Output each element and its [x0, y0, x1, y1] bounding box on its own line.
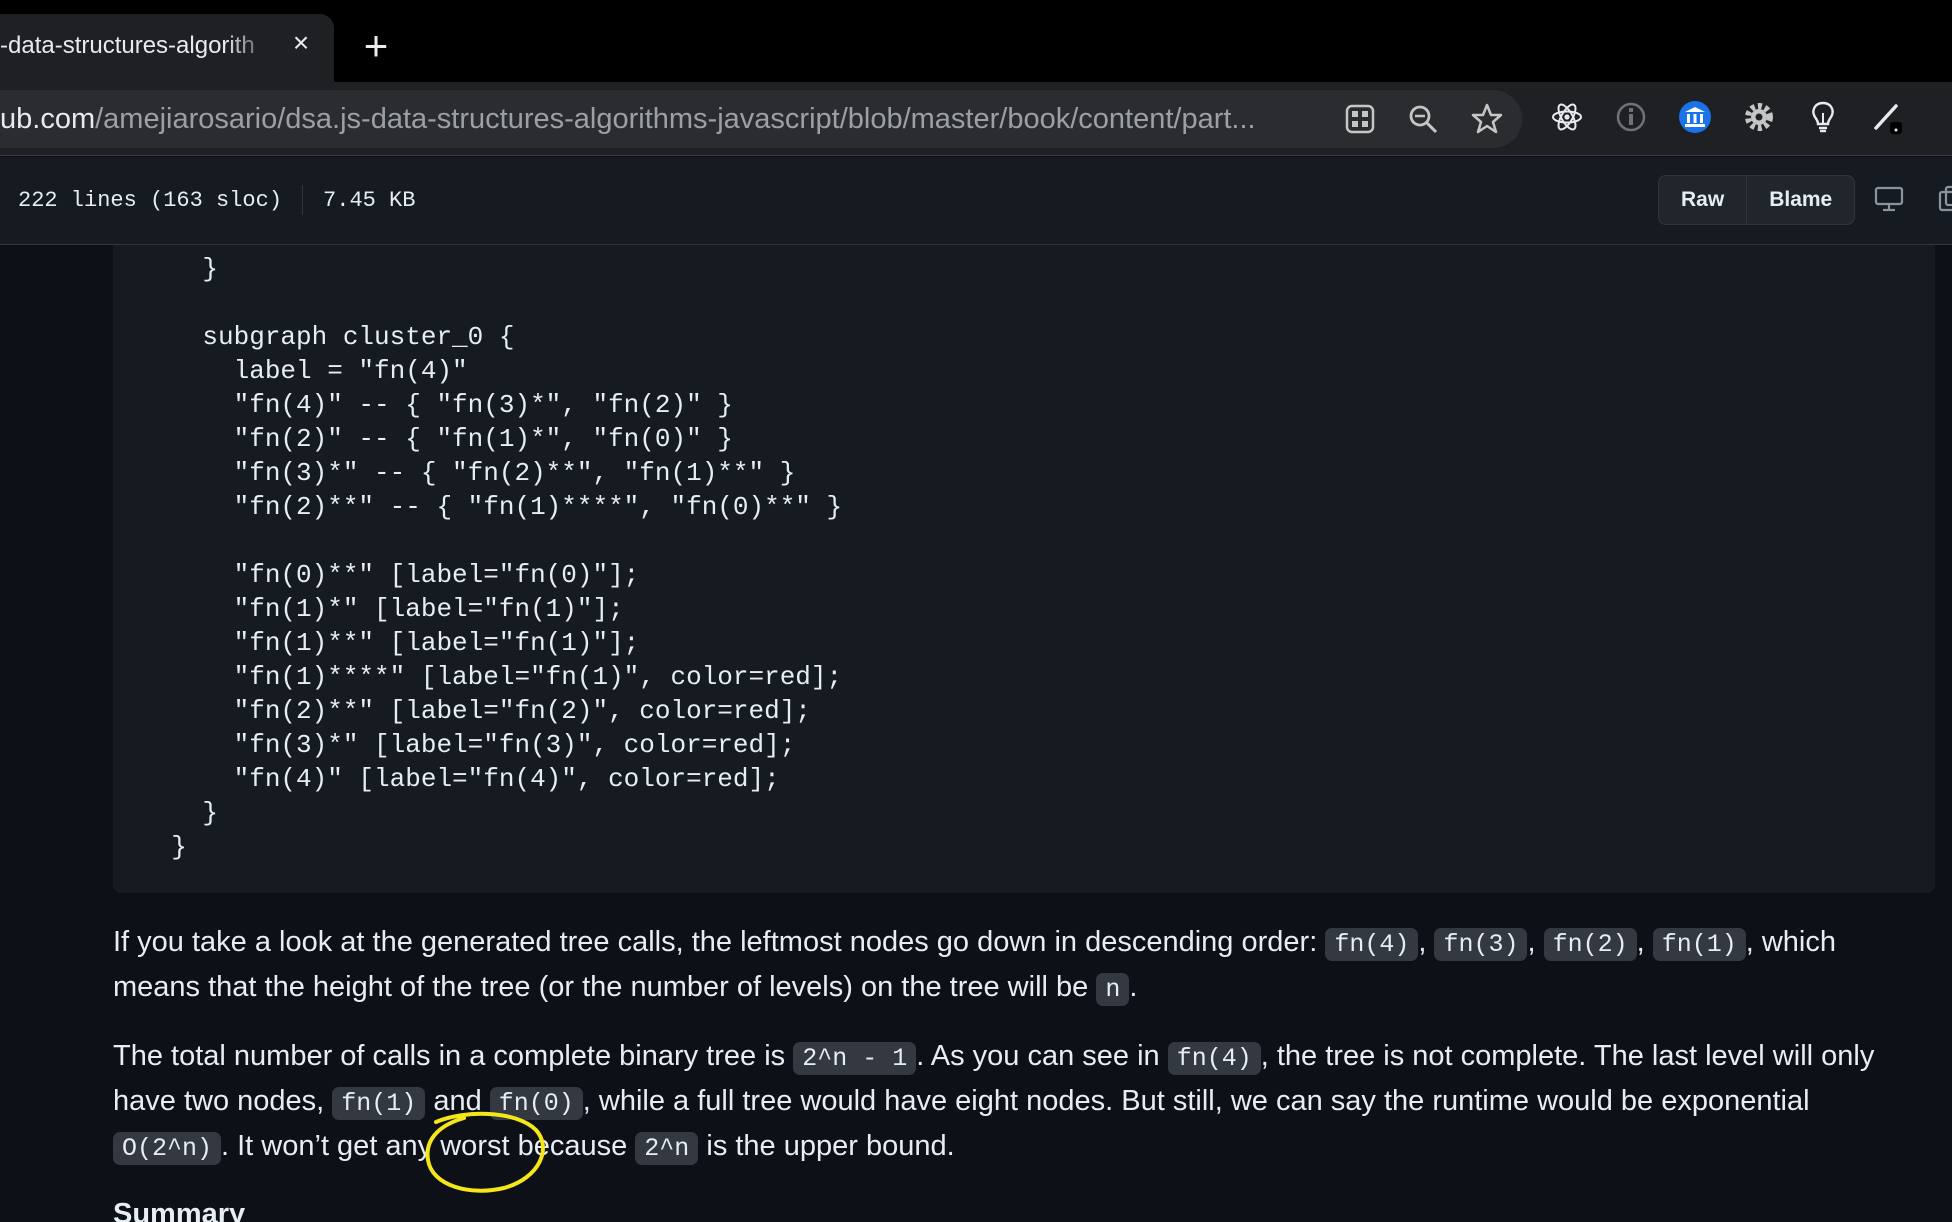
- code-line: "fn(1)*" [label="fn(1)"];: [140, 594, 624, 624]
- url-path: /amejiarosario/dsa.js-data-structures-al…: [95, 103, 1256, 135]
- copy-icon[interactable]: [1936, 184, 1952, 214]
- code-line: label = "fn(4)": [140, 356, 468, 386]
- url-host: ub.com: [0, 103, 96, 135]
- info-icon[interactable]: [1614, 100, 1648, 134]
- bookmark-star-icon[interactable]: [1470, 102, 1504, 136]
- pen-icon[interactable]: [1870, 100, 1904, 134]
- code-line: subgraph cluster_0 {: [140, 322, 515, 352]
- inline-code: fn(4): [1325, 928, 1419, 961]
- text: is the upper bound.: [698, 1130, 955, 1162]
- file-actions: Raw Blame: [1658, 175, 1856, 225]
- new-tab-button[interactable]: +: [356, 25, 396, 67]
- tab-title: -data-structures-algorith: [0, 32, 255, 59]
- paragraph-total-calls: The total number of calls in a complete …: [113, 1035, 1913, 1170]
- tab-strip: -data-structures-algorith × +: [0, 0, 1952, 82]
- browser-toolbar: ub.com/amejiarosario/dsa.js-data-structu…: [0, 82, 1952, 156]
- text: ,: [1527, 926, 1544, 958]
- text: .: [1129, 971, 1138, 1003]
- inline-code: 2^n - 1: [793, 1042, 917, 1075]
- address-bar[interactable]: ub.com/amejiarosario/dsa.js-data-structu…: [0, 90, 1522, 148]
- react-devtools-icon[interactable]: [1550, 100, 1584, 134]
- annotation-circle: [425, 1111, 545, 1193]
- inline-code: fn(4): [1167, 1042, 1261, 1075]
- lightbulb-icon[interactable]: [1806, 100, 1840, 134]
- text: The total number of calls in a complete …: [113, 1040, 794, 1072]
- code-line: }: [140, 254, 219, 284]
- divider: [302, 185, 304, 215]
- summary-heading: Summary: [113, 1198, 246, 1222]
- inline-code: O(2^n): [113, 1132, 222, 1165]
- inline-code: 2^n: [635, 1132, 699, 1165]
- code-line: "fn(2)**" -- { "fn(1)****", "fn(0)**" }: [140, 492, 843, 522]
- file-info: 222 lines (163 sloc) 7.45 KB: [18, 185, 415, 215]
- text: , while a full tree would have eight nod…: [582, 1085, 1810, 1117]
- code-line: "fn(4)" -- { "fn(3)*", "fn(2)" }: [140, 390, 733, 420]
- tab-close-icon[interactable]: ×: [286, 28, 316, 58]
- blame-button[interactable]: Blame: [1746, 176, 1854, 224]
- code-line: "fn(0)**" [label="fn(0)"];: [140, 560, 640, 590]
- inline-code: fn(2): [1543, 928, 1637, 961]
- code-line: "fn(1)****" [label="fn(1)", color=red];: [140, 662, 843, 692]
- zoom-icon[interactable]: [1406, 102, 1440, 136]
- text: If you take a look at the generated tree…: [113, 926, 1326, 958]
- code-line: "fn(4)" [label="fn(4)", color=red];: [140, 764, 780, 794]
- file-header: 222 lines (163 sloc) 7.45 KB Raw Blame: [0, 157, 1952, 245]
- file-size: 7.45 KB: [323, 187, 416, 213]
- inline-code: fn(1): [1652, 928, 1746, 961]
- code-line: }: [140, 832, 187, 862]
- code-line: }: [140, 798, 219, 828]
- app-grid-icon[interactable]: [1343, 102, 1377, 136]
- url-text[interactable]: ub.com/amejiarosario/dsa.js-data-structu…: [0, 103, 1325, 136]
- code-line: "fn(2)" -- { "fn(1)*", "fn(0)" }: [140, 424, 733, 454]
- browser-tab[interactable]: -data-structures-algorith ×: [0, 14, 334, 82]
- inline-code: fn(1): [332, 1087, 426, 1120]
- text: ,: [1418, 926, 1435, 958]
- code-line: "fn(2)**" [label="fn(2)", color=red];: [140, 696, 811, 726]
- text: ,: [1636, 926, 1653, 958]
- paragraph-tree-height: If you take a look at the generated tree…: [113, 921, 1913, 1011]
- line-count: 222 lines (163 sloc): [18, 187, 283, 213]
- inline-code: fn(3): [1434, 928, 1528, 961]
- code-line: "fn(1)**" [label="fn(1)"];: [140, 628, 640, 658]
- inline-code: n: [1096, 973, 1130, 1006]
- raw-button[interactable]: Raw: [1659, 176, 1746, 224]
- bank-icon[interactable]: [1678, 100, 1712, 134]
- code-line: "fn(3)*" -- { "fn(2)**", "fn(1)**" }: [140, 458, 796, 488]
- desktop-icon[interactable]: [1874, 184, 1904, 214]
- text: . As you can see in: [916, 1040, 1168, 1072]
- code-line: "fn(3)*" [label="fn(3)", color=red];: [140, 730, 796, 760]
- code-block: } subgraph cluster_0 { label = "fn(4)" "…: [113, 245, 1935, 893]
- settings-gear-icon[interactable]: [1742, 100, 1776, 134]
